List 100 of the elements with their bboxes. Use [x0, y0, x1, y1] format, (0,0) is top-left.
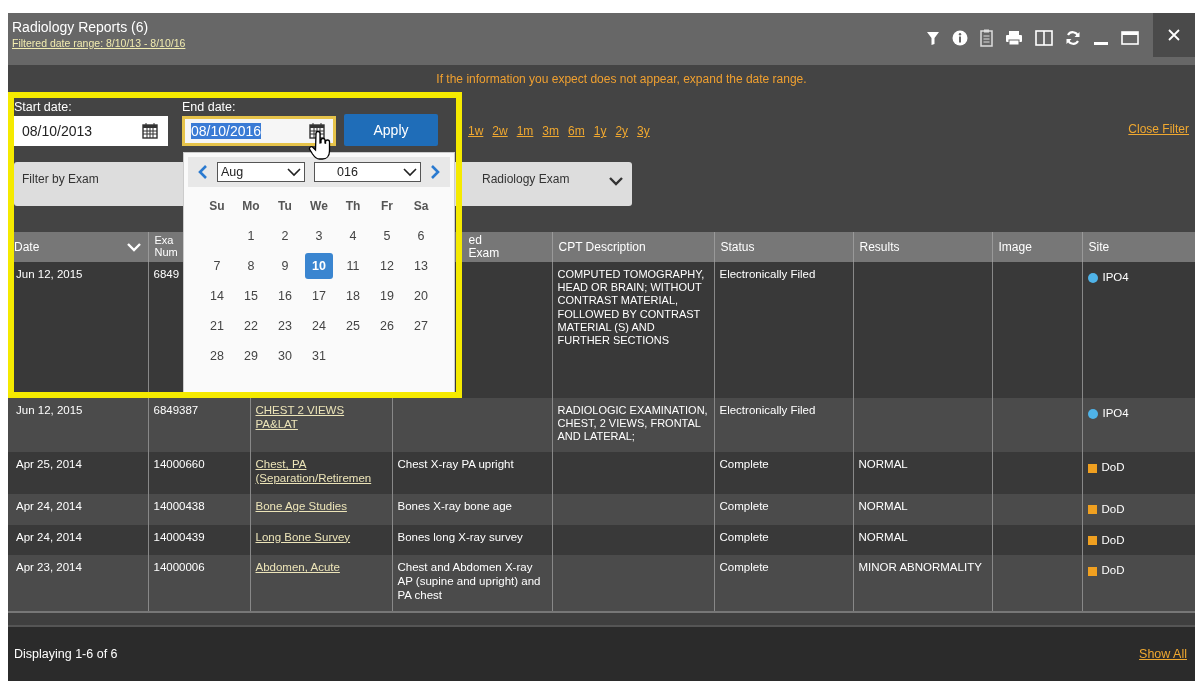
table-cell: Complete — [719, 458, 769, 472]
table-cell: 14000438 — [153, 499, 205, 514]
calendar-day[interactable]: 8 — [237, 253, 265, 279]
chevron-icon[interactable] — [125, 240, 142, 254]
table-cell: 14000439 — [153, 530, 205, 545]
site-label: IPO4 — [1102, 271, 1129, 285]
columns-icon[interactable] — [1035, 30, 1053, 46]
calendar-day[interactable]: 19 — [373, 283, 401, 309]
table-cell: Bones long X-ray survey — [397, 530, 523, 545]
table-cell: NORMAL — [858, 458, 908, 472]
date-field[interactable]: 08/10/2016 — [182, 116, 336, 146]
table-cell: Chest X-ray PA upright — [397, 458, 514, 472]
table-cell: Jun 12, 2015 — [16, 268, 83, 282]
apply-button[interactable]: Apply — [344, 114, 438, 146]
range-link[interactable]: 6m — [568, 124, 585, 138]
calendar-day[interactable]: 21 — [203, 313, 231, 339]
calendar-day[interactable]: 4 — [339, 223, 367, 249]
weekday-label: We — [309, 198, 329, 215]
calendar-day[interactable]: 28 — [203, 343, 231, 369]
site-label: DoD — [1101, 564, 1125, 579]
calendar-day[interactable]: 11 — [339, 253, 367, 279]
print-icon[interactable] — [1005, 30, 1023, 46]
close-icon[interactable] — [1168, 29, 1180, 41]
show-all-link[interactable]: Show All — [1139, 646, 1187, 661]
calendar-day[interactable]: 14 — [203, 283, 231, 309]
date-field[interactable]: 08/10/2013 — [14, 116, 168, 146]
chevron-icon — [608, 174, 624, 188]
range-link[interactable]: 3m — [542, 124, 560, 138]
exam-link[interactable]: Long Bone Survey — [255, 530, 351, 545]
previous-month-icon[interactable] — [198, 164, 208, 180]
calendar-day[interactable]: 30 — [271, 343, 299, 369]
range-link[interactable]: 1w — [468, 124, 484, 138]
record-count: Displaying 1-6 of 6 — [14, 646, 118, 661]
calendar-day[interactable]: 9 — [271, 253, 299, 279]
field-label: End date: — [182, 100, 237, 114]
window-title: Radiology Reports (6) — [12, 19, 150, 35]
range-link[interactable]: 1y — [593, 124, 607, 138]
calendar-icon[interactable] — [309, 123, 325, 139]
year-select[interactable]: 016 — [314, 162, 421, 182]
notice-text: If the information you expect does not appear, expand the date range. — [435, 71, 807, 86]
date-range-link[interactable]: Filtered date range: 8/10/13 - 8/10/16 — [12, 37, 186, 49]
table-cell: Apr 24, 2014 — [16, 499, 82, 514]
range-link[interactable]: 2y — [615, 124, 629, 138]
calendar-day[interactable]: 2 — [271, 223, 299, 249]
table-cell: Electronically Filed — [719, 404, 816, 418]
calendar-day[interactable]: 3 — [305, 223, 333, 249]
calendar-icon[interactable] — [142, 123, 158, 139]
calendar-day[interactable]: 10 — [305, 253, 333, 279]
table-cell: Apr 24, 2014 — [16, 530, 82, 545]
weekday-label: Fr — [380, 198, 394, 215]
calendar-day[interactable]: 20 — [407, 283, 435, 309]
field-label: Start date: — [14, 100, 73, 114]
table-cell: Apr 25, 2014 — [16, 458, 82, 472]
table-cell: NORMAL — [858, 499, 908, 514]
calendar-day[interactable]: 7 — [203, 253, 231, 279]
calendar-day[interactable]: 25 — [339, 313, 367, 339]
table-cell: Complete — [719, 499, 769, 514]
calendar-day[interactable]: 16 — [271, 283, 299, 309]
calendar-day[interactable]: 18 — [339, 283, 367, 309]
exam-link[interactable]: Abdomen, Acute — [255, 561, 340, 576]
range-link[interactable]: 2w — [492, 124, 508, 138]
table-cell: NORMAL — [858, 530, 908, 545]
range-link[interactable]: 1m — [516, 124, 534, 138]
calendar-day[interactable]: 15 — [237, 283, 265, 309]
calendar-day[interactable]: 26 — [373, 313, 401, 339]
info-icon[interactable] — [952, 30, 968, 46]
site-label: IPO4 — [1102, 407, 1129, 421]
table-cell: 14000006 — [153, 561, 205, 576]
refresh-icon[interactable] — [1065, 30, 1081, 46]
range-link[interactable]: 3y — [637, 124, 650, 138]
close-button[interactable] — [1153, 13, 1195, 57]
column-header-cell[interactable]: Results — [853, 232, 992, 262]
close-filter-link[interactable]: Close Filter — [1128, 122, 1189, 136]
calendar-day[interactable]: 22 — [237, 313, 265, 339]
calendar-day[interactable]: 27 — [407, 313, 435, 339]
next-month-icon[interactable] — [430, 164, 440, 180]
maximize-icon[interactable] — [1121, 30, 1139, 46]
column-header-cell[interactable]: CPT Description — [552, 232, 714, 262]
column-header-cell[interactable]: Site — [1082, 232, 1195, 262]
site-label: DoD — [1101, 502, 1125, 517]
table-cell-text: COMPUTED TOMOGRAPHY, HEAD OR BRAIN; WITHOUT CONTRAST MATERIAL, FOLLOWED BY CONTRAST MATERIAL (S) AND FURTHER SECTIONS — [557, 268, 706, 348]
table-cell: Complete — [719, 530, 769, 545]
site-label: DoD — [1101, 461, 1125, 475]
calendar-day[interactable]: 29 — [237, 343, 265, 369]
exam-link[interactable]: Chest, PA (Separation/Retiremen — [255, 458, 387, 486]
month-select[interactable]: Aug — [217, 162, 305, 182]
table-cell: Bones X-ray bone age — [397, 499, 512, 514]
table-cell: 6849 — [153, 268, 180, 282]
filter-icon[interactable] — [926, 30, 940, 46]
calendar-day[interactable]: 17 — [305, 283, 333, 309]
calendar-day[interactable]: 23 — [271, 313, 299, 339]
clipboard-icon[interactable] — [980, 29, 993, 47]
table-cell: 6849387 — [153, 404, 199, 418]
column-header-cell[interactable]: Status — [714, 232, 853, 262]
calendar-day[interactable]: 24 — [305, 313, 333, 339]
calendar-day[interactable]: 1 — [237, 223, 265, 249]
table-cell-text: Chest and Abdomen X-ray AP (supine and upright) and PA chest — [397, 561, 542, 603]
table-cell: Jun 12, 2015 — [16, 404, 83, 418]
column-header-cell[interactable]: Image — [992, 232, 1082, 262]
calendar-day[interactable]: 31 — [305, 343, 333, 369]
